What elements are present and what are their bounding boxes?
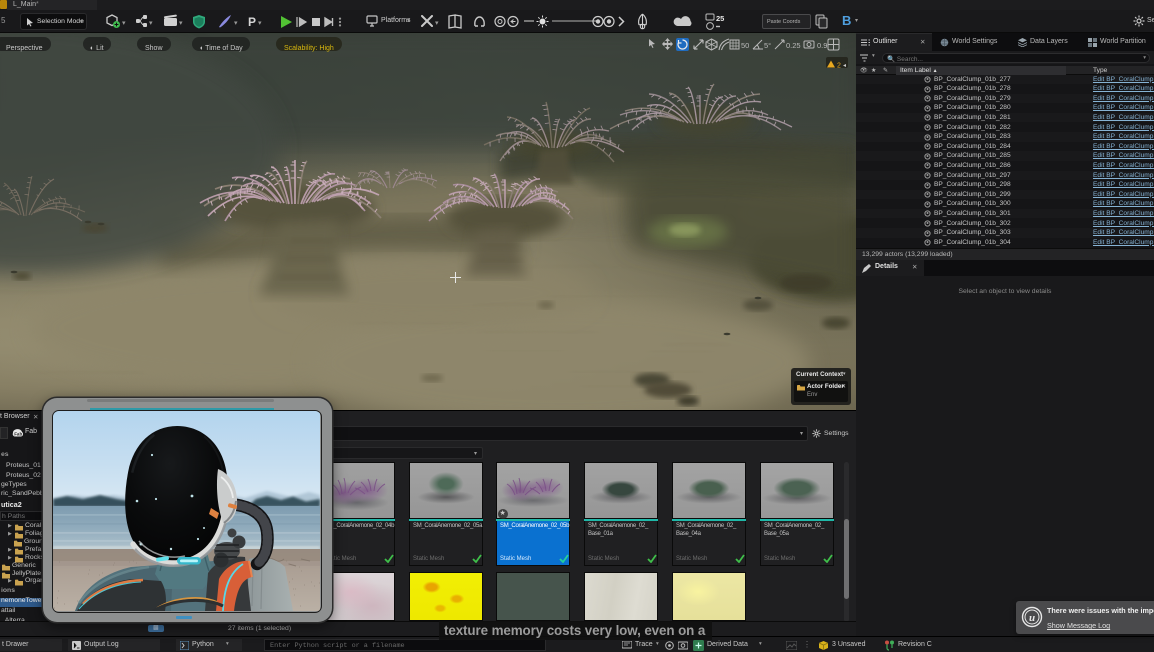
svg-text:P: P — [248, 15, 256, 29]
svg-text:0.25: 0.25 — [786, 41, 801, 50]
svg-text:0.9: 0.9 — [817, 41, 827, 50]
svg-text:2: 2 — [837, 63, 841, 70]
svg-text:◂: ◂ — [843, 63, 846, 69]
svg-text:50: 50 — [741, 41, 749, 50]
svg-text:u: u — [1029, 612, 1035, 624]
svg-text:▾: ▾ — [234, 20, 238, 27]
svg-text:Fab: Fab — [14, 432, 22, 437]
svg-text:25: 25 — [716, 14, 724, 23]
svg-text:▾: ▾ — [179, 20, 183, 27]
svg-text:▾: ▾ — [149, 20, 153, 27]
svg-text:▾: ▾ — [122, 20, 126, 27]
svg-text:5°: 5° — [764, 41, 771, 50]
svg-text:▾: ▾ — [435, 20, 439, 27]
svg-text:▾: ▾ — [258, 20, 262, 27]
